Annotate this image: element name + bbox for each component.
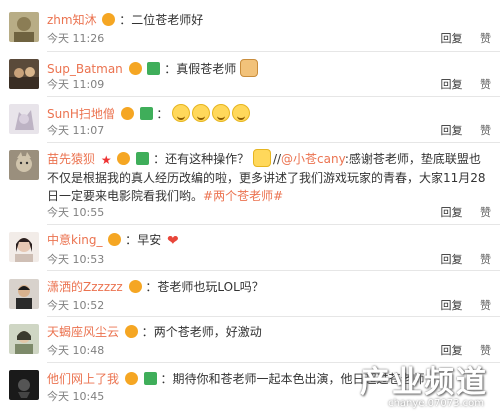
laugh-cry-emoji-icon [232, 104, 251, 122]
comment-time: 今天 10:45 [47, 390, 105, 403]
avatar[interactable] [9, 279, 39, 309]
like-button[interactable]: 赞 [480, 32, 491, 45]
like-button[interactable]: 赞 [480, 299, 491, 312]
watermark: 产业频道 chanye.07073.com [326, 353, 496, 411]
laugh-cry-emoji-icon [192, 104, 211, 122]
comment-time: 今天 11:09 [47, 78, 105, 91]
level-badge-icon [147, 62, 161, 75]
comment-text: 苍老师也玩LOL吗？ [157, 280, 264, 294]
username[interactable]: 他们网上了我 [47, 372, 119, 386]
comment-time: 今天 11:26 [47, 32, 105, 45]
vip-badge-icon [128, 280, 142, 293]
comment-time: 今天 10:48 [47, 344, 105, 357]
avatar[interactable] [9, 324, 39, 354]
username[interactable]: 天蝎座风尘云 [47, 325, 119, 339]
divider [47, 316, 500, 317]
level-badge-icon [139, 107, 153, 120]
vip-badge-icon [124, 325, 138, 338]
comment-text: 两个苍老师，好激动 [153, 325, 262, 339]
username[interactable]: 潇洒的Zzzzzz [47, 280, 123, 294]
comment-text: 早安 [137, 233, 162, 247]
reply-button[interactable]: 回复 [441, 32, 463, 45]
reply-button[interactable]: 回复 [441, 124, 463, 137]
comment-text: 还有这种操作？ [165, 152, 250, 166]
laugh-cry-emoji-icon [212, 104, 231, 122]
username[interactable]: SunH扫地僧 [47, 107, 115, 121]
divider [47, 270, 500, 271]
vip-badge-icon [117, 152, 131, 165]
reply-button[interactable]: 回复 [441, 206, 463, 219]
vip-badge-icon [124, 372, 138, 385]
reply-button[interactable]: 回复 [441, 299, 463, 312]
comment-time: 今天 10:52 [47, 299, 105, 312]
topic-link[interactable]: #两个苍老师# [203, 189, 283, 203]
avatar[interactable] [9, 59, 39, 89]
comment-text: 真假苍老师 [176, 62, 237, 76]
avatar[interactable] [9, 150, 39, 180]
level-badge-icon [136, 152, 150, 165]
vip-badge-icon [108, 233, 122, 246]
like-button[interactable]: 赞 [480, 253, 491, 266]
like-button[interactable]: 赞 [480, 78, 491, 91]
divider [47, 51, 500, 52]
level-badge-icon [143, 372, 157, 385]
comment-text: 二位苍老师好 [131, 13, 204, 27]
dog-emoji-icon [240, 59, 259, 77]
vip-badge-icon [128, 62, 142, 75]
like-button[interactable]: 赞 [480, 124, 491, 137]
like-button[interactable]: 赞 [480, 206, 491, 219]
divider [47, 142, 500, 143]
username[interactable]: 苗先猿狈 [47, 152, 95, 166]
username[interactable]: Sup_Batman [47, 62, 123, 76]
username[interactable]: zhm知沐 [47, 13, 97, 27]
username[interactable]: 中意king_ [47, 233, 103, 247]
vip-badge-icon [120, 107, 134, 120]
avatar[interactable] [9, 104, 39, 134]
avatar[interactable] [9, 232, 39, 262]
mention-link[interactable]: @小苍cany [281, 152, 345, 166]
cat-emoji-icon [252, 149, 271, 167]
laugh-cry-emoji-icon [172, 104, 191, 122]
comment-time: 今天 10:53 [47, 253, 105, 266]
watermark-title: 产业频道 [360, 365, 488, 400]
reply-button[interactable]: 回复 [441, 78, 463, 91]
avatar[interactable] [9, 370, 39, 400]
comment-time: 今天 11:07 [47, 124, 105, 137]
star-badge-icon: ★ [100, 153, 112, 167]
divider [47, 96, 500, 97]
vip-badge-icon [102, 13, 116, 26]
watermark-url: chanye.07073.com [388, 398, 484, 409]
comment-time: 今天 10:55 [47, 206, 105, 219]
avatar[interactable] [9, 12, 39, 42]
divider [47, 224, 500, 225]
reply-button[interactable]: 回复 [441, 253, 463, 266]
heart-emoji-icon: ❤ [167, 233, 179, 249]
